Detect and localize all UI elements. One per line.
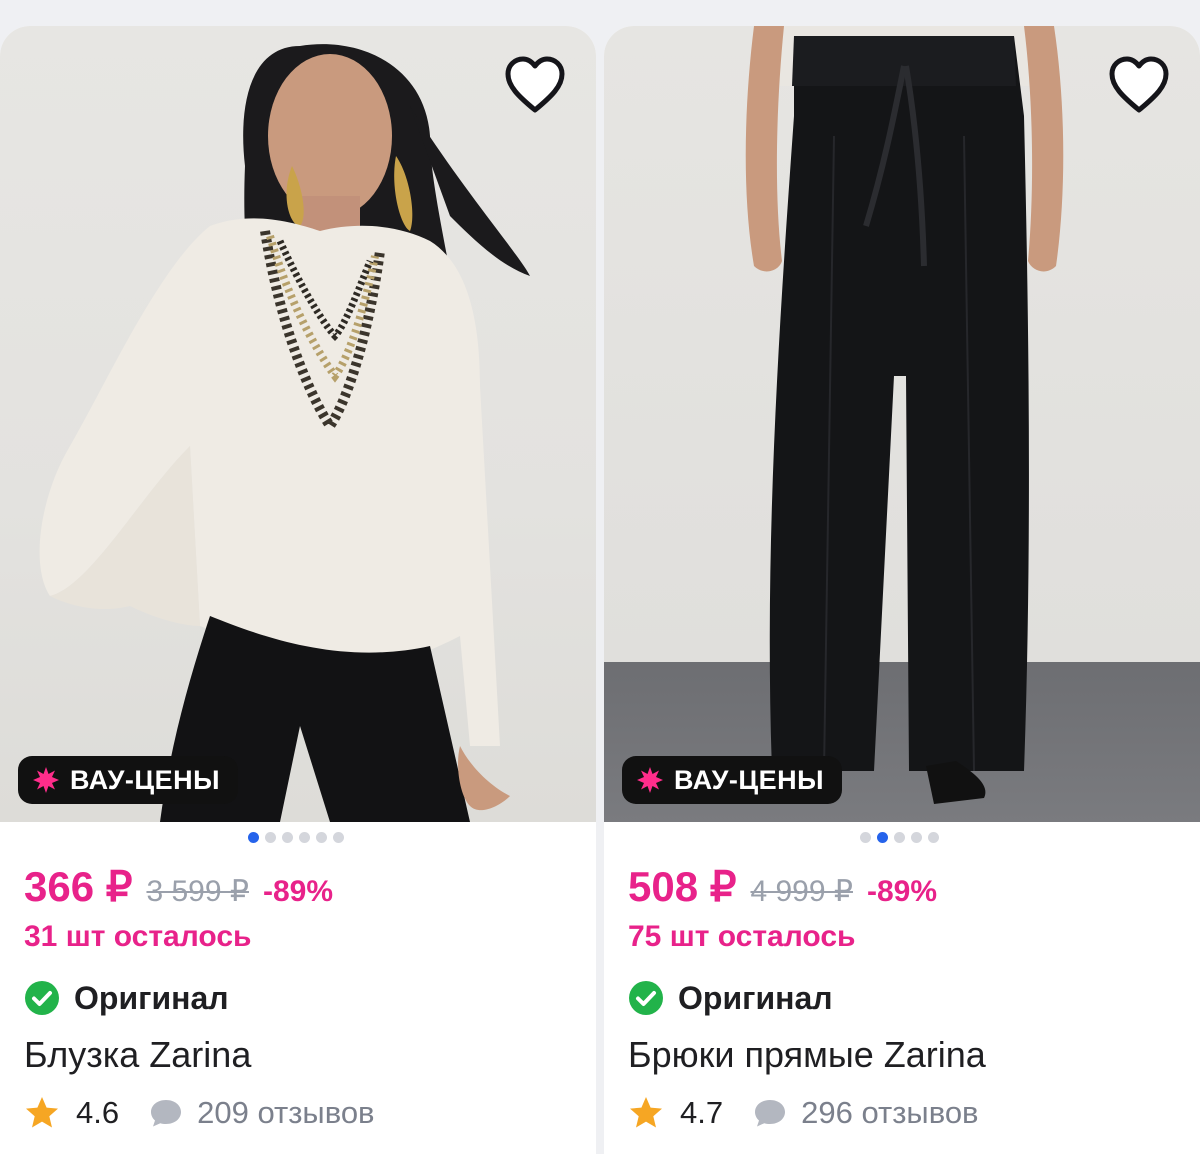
original-label: Оригинал: [678, 979, 833, 1016]
old-price: 3 599 ₽: [146, 875, 249, 908]
heart-outline-icon: [1109, 56, 1169, 113]
pagination-dot[interactable]: [316, 832, 327, 843]
rating-row[interactable]: 4.7 296 отзывов: [628, 1084, 1190, 1142]
pagination-dot[interactable]: [877, 832, 888, 843]
stock-remaining: 31 шт осталось: [24, 920, 252, 953]
image-pagination[interactable]: [604, 832, 1200, 843]
product-grid: ВАУ-ЦЕНЫ 366 ₽ 3 599 ₽ -89% 31 шт остало…: [0, 0, 1200, 1154]
pagination-dot[interactable]: [248, 832, 259, 843]
promo-label: ВАУ-ЦЕНЫ: [674, 764, 825, 795]
product-photo[interactable]: ВАУ-ЦЕНЫ: [0, 26, 596, 822]
rating-row[interactable]: 4.6 209 отзывов: [24, 1084, 586, 1142]
rating-value: 4.6: [76, 1095, 120, 1130]
reviews-count: 209 отзывов: [197, 1095, 375, 1130]
burst-icon: [33, 767, 59, 793]
current-price: 508 ₽: [628, 863, 737, 910]
rating-value: 4.7: [680, 1095, 724, 1130]
pagination-dot[interactable]: [333, 832, 344, 843]
pagination-dot[interactable]: [860, 832, 871, 843]
product-image: [39, 44, 530, 822]
price-row: 508 ₽ 4 999 ₽ -89%: [628, 862, 1190, 918]
product-info: 366 ₽ 3 599 ₽ -89% 31 шт осталось Оригин…: [24, 862, 586, 1142]
pagination-dot[interactable]: [894, 832, 905, 843]
product-image: [745, 26, 1064, 804]
burst-icon: [637, 767, 663, 793]
discount-label: -89%: [262, 875, 334, 908]
stock-remaining: 75 шт осталось: [628, 920, 856, 953]
original-label: Оригинал: [74, 979, 229, 1016]
promo-badge: ВАУ-ЦЕНЫ: [622, 756, 843, 804]
promo-label: ВАУ-ЦЕНЫ: [70, 764, 221, 795]
heart-outline-icon: [505, 56, 565, 113]
product-card[interactable]: ВАУ-ЦЕНЫ 508 ₽ 4 999 ₽ -89% 75 шт остало…: [604, 26, 1200, 1154]
reviews-count: 296 отзывов: [801, 1095, 979, 1130]
promo-badge: ВАУ-ЦЕНЫ: [18, 756, 239, 804]
pagination-dot[interactable]: [928, 832, 939, 843]
pagination-dot[interactable]: [911, 832, 922, 843]
pagination-dot[interactable]: [282, 832, 293, 843]
check-circle-icon: [629, 981, 663, 1015]
star-icon: [26, 1097, 58, 1128]
product-title[interactable]: Блузка Zarina: [24, 1026, 586, 1084]
product-card[interactable]: ВАУ-ЦЕНЫ 366 ₽ 3 599 ₽ -89% 31 шт остало…: [0, 26, 596, 1154]
original-badge: Оригинал: [24, 970, 586, 1026]
discount-label: -89%: [866, 875, 938, 908]
product-photo[interactable]: ВАУ-ЦЕНЫ: [604, 26, 1200, 822]
favorite-button[interactable]: [500, 50, 570, 120]
comment-icon: [151, 1100, 182, 1127]
price-row: 366 ₽ 3 599 ₽ -89%: [24, 862, 586, 918]
favorite-button[interactable]: [1104, 50, 1174, 120]
image-pagination[interactable]: [0, 832, 596, 843]
current-price: 366 ₽: [24, 863, 133, 910]
product-title[interactable]: Брюки прямые Zarina: [628, 1026, 1190, 1084]
pagination-dot[interactable]: [265, 832, 276, 843]
product-info: 508 ₽ 4 999 ₽ -89% 75 шт осталось Оригин…: [628, 862, 1190, 1142]
pagination-dot[interactable]: [299, 832, 310, 843]
comment-icon: [755, 1100, 786, 1127]
check-circle-icon: [25, 981, 59, 1015]
old-price: 4 999 ₽: [750, 875, 853, 908]
original-badge: Оригинал: [628, 970, 1190, 1026]
star-icon: [630, 1097, 662, 1128]
